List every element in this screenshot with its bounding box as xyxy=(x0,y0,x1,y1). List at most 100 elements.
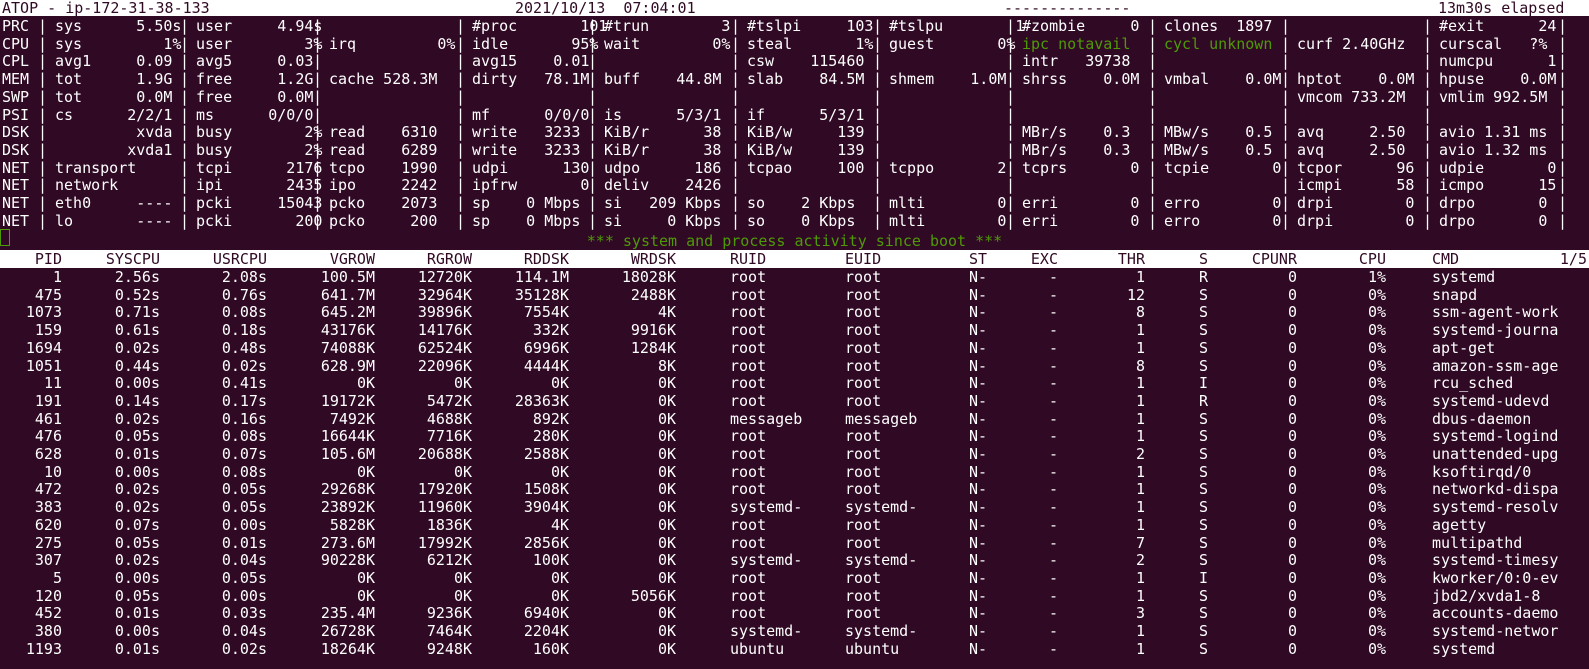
column-separator: | xyxy=(1148,17,1158,35)
cell-rgrow: 0K xyxy=(453,568,472,587)
cell-syscpu: 0.00s xyxy=(114,622,160,640)
table-row[interactable]: 1073 0.71s 0.08s 645.2M 39896K 7554K 4K root roo… xyxy=(0,303,1589,321)
column-separator: | xyxy=(873,105,883,124)
table-row[interactable]: 628 0.01s 0.07s 105.6M 20688K 2588K 0K root root… xyxy=(0,445,1589,463)
column-separator: | xyxy=(1558,194,1568,212)
table-row[interactable]: 475 0.52s 0.76s 641.7M 32964K 35128K 2488K root… xyxy=(0,286,1589,304)
column-header-cpu[interactable]: CPU xyxy=(1359,250,1386,268)
table-row[interactable]: 1193 0.01s 0.02s 18264K 9248K 160K 0K ubuntu ubu… xyxy=(0,640,1589,658)
cell-thr: 2 xyxy=(1135,551,1145,570)
cell-cmd: rcu_sched xyxy=(1432,374,1514,393)
metric-cell: sys 5.50s xyxy=(55,17,182,35)
column-header-vgrow[interactable]: VGROW xyxy=(330,250,375,268)
cell-usrcpu: 0.02s xyxy=(221,639,267,658)
table-row[interactable]: 1694 0.02s 0.48s 74088K 62524K 6996K 1284K root… xyxy=(0,339,1589,357)
cell-rgrow: 0K xyxy=(453,374,472,393)
cell-ruid: root xyxy=(730,391,767,410)
cell-wrdsk: 0K xyxy=(657,374,676,393)
column-separator: | xyxy=(180,105,190,124)
column-separator: | xyxy=(456,17,466,35)
table-row[interactable]: 461 0.02s 0.16s 7492K 4688K 892K 0K messageb mes… xyxy=(0,410,1589,428)
column-header-pid[interactable]: PID xyxy=(35,250,62,268)
cell-st: N- xyxy=(969,515,988,534)
cell-ruid: root xyxy=(730,268,767,286)
table-row[interactable]: 472 0.02s 0.05s 29268K 17920K 1508K 0K root root… xyxy=(0,480,1589,498)
cell-syscpu: 0.02s xyxy=(114,338,160,357)
table-row[interactable]: 275 0.05s 0.01s 273.6M 17992K 2856K 0K root root… xyxy=(0,534,1589,552)
metric-cell: #tslpu 1 xyxy=(889,17,1025,35)
column-separator: | xyxy=(1148,52,1158,71)
cell-syscpu: 0.05s xyxy=(114,586,160,605)
column-header-st[interactable]: ST xyxy=(969,250,987,268)
column-header-rgrow[interactable]: RGROW xyxy=(427,250,472,268)
table-row[interactable]: 380 0.00s 0.04s 26728K 7464K 2204K 0K systemd-s… xyxy=(0,622,1589,640)
table-row[interactable]: 1051 0.44s 0.02s 628.9M 22096K 4444K 8K root roo… xyxy=(0,357,1589,375)
metric-cell: write 3233 xyxy=(472,123,581,142)
table-row[interactable]: 5 0.00s 0.05s 0K 0K 0K 0K root root N- - 1 I 0 0% kwork… xyxy=(0,569,1589,587)
column-separator: | xyxy=(1423,70,1433,89)
column-header-exc[interactable]: EXC xyxy=(1031,250,1058,268)
cell-pid: 191 xyxy=(34,391,62,410)
cell-cpunr: 0 xyxy=(1287,498,1297,517)
column-header-cmd[interactable]: CMD xyxy=(1432,250,1459,268)
metric-cell: tot 0.0M xyxy=(55,87,173,106)
column-separator: | xyxy=(1281,34,1291,53)
column-header-usrcpu[interactable]: USRCPU xyxy=(213,250,267,268)
column-header-ruid[interactable]: RUID xyxy=(730,250,766,268)
system-row-cpu: CPU | | | | | | | | | | | | sys 1% user 3% irq 0% idle 9… xyxy=(0,35,1589,53)
column-header-euid[interactable]: EUID xyxy=(845,250,881,268)
column-separator: | xyxy=(456,70,466,89)
cell-euid: root xyxy=(845,268,882,286)
table-row[interactable]: 383 0.02s 0.05s 23892K 11960K 3904K 0K systemd-… xyxy=(0,498,1589,516)
column-header-wrdsk[interactable]: WRDSK xyxy=(631,250,676,268)
cell-wrdsk: 0K xyxy=(657,498,676,517)
cell-exc: - xyxy=(1048,338,1058,357)
cell-rddsk: 0K xyxy=(550,374,569,393)
table-row[interactable]: 307 0.02s 0.04s 90228K 6212K 100K 0K systemd-sy… xyxy=(0,551,1589,569)
table-row[interactable]: 191 0.14s 0.17s 19172K 5472K 28363K 0K root root… xyxy=(0,392,1589,410)
column-header-s[interactable]: S xyxy=(1199,250,1208,268)
cell-ruid: root xyxy=(730,427,767,446)
table-row[interactable]: 10 0.00s 0.08s 0K 0K 0K 0K root root N- - 1 S 0 0% ksof… xyxy=(0,463,1589,481)
cell-s: S xyxy=(1198,356,1208,375)
metric-cell: drpo 0 xyxy=(1439,211,1548,230)
column-separator: | xyxy=(38,176,48,195)
column-header-cpunr[interactable]: CPUNR xyxy=(1252,250,1297,268)
cell-thr: 3 xyxy=(1135,604,1145,623)
table-row[interactable]: 476 0.05s 0.08s 16644K 7716K 280K 0K root root N-… xyxy=(0,427,1589,445)
cell-wrdsk: 0K xyxy=(657,409,676,428)
cell-rgrow: 11960K xyxy=(417,498,472,517)
metric-cell: vmcom 733.2M xyxy=(1297,87,1406,106)
table-row[interactable]: 1 2.56s 2.08s 100.5M 12720K 114.1M 18028K root r… xyxy=(0,268,1589,286)
column-separator: | xyxy=(1558,158,1568,177)
cell-vgrow: 74088K xyxy=(320,338,375,357)
cell-euid: root xyxy=(845,374,882,393)
metric-cell: sp 0 Mbps xyxy=(472,194,581,212)
column-separator: | xyxy=(1558,123,1568,142)
cell-rddsk: 2588K xyxy=(523,445,569,463)
column-separator: | xyxy=(313,87,323,106)
metric-cell: #zombie 0 xyxy=(1022,17,1140,35)
column-separator: | xyxy=(1281,194,1291,212)
column-header-syscpu[interactable]: SYSCPU xyxy=(106,250,160,268)
table-row[interactable]: 620 0.07s 0.00s 5828K 1836K 4K 0K root root N- - 1 S… xyxy=(0,516,1589,534)
cell-ruid: root xyxy=(730,462,767,481)
column-separator: | xyxy=(873,211,883,230)
row-label: DSK xyxy=(2,123,30,142)
column-header-thr[interactable]: THR xyxy=(1118,250,1145,268)
terminal-window[interactable]: ATOP - ip-172-31-38-133 2021/10/13 07:04… xyxy=(0,0,1589,669)
cell-syscpu: 0.02s xyxy=(114,551,160,570)
metric-cell: slab 84.5M xyxy=(747,70,865,89)
cell-thr: 1 xyxy=(1135,515,1145,534)
cell-cpunr: 0 xyxy=(1287,462,1297,481)
table-row[interactable]: 159 0.61s 0.18s 43176K 14176K 332K 9916K root ro… xyxy=(0,321,1589,339)
table-row[interactable]: 120 0.05s 0.00s 0K 0K 0K 5056K root root N- - 1 S 0 0%… xyxy=(0,587,1589,605)
table-row[interactable]: 11 0.00s 0.41s 0K 0K 0K 0K root root N- - 1 I 0 0% rcu_… xyxy=(0,374,1589,392)
cell-thr: 1 xyxy=(1135,639,1145,658)
cell-pid: 461 xyxy=(34,409,62,428)
cell-rgrow: 39896K xyxy=(417,303,472,322)
cell-syscpu: 0.61s xyxy=(114,321,160,340)
table-row[interactable]: 452 0.01s 0.03s 235.4M 9236K 6940K 0K root root N… xyxy=(0,604,1589,622)
column-header-rddsk[interactable]: RDDSK xyxy=(524,250,569,268)
cell-cpunr: 0 xyxy=(1287,568,1297,587)
